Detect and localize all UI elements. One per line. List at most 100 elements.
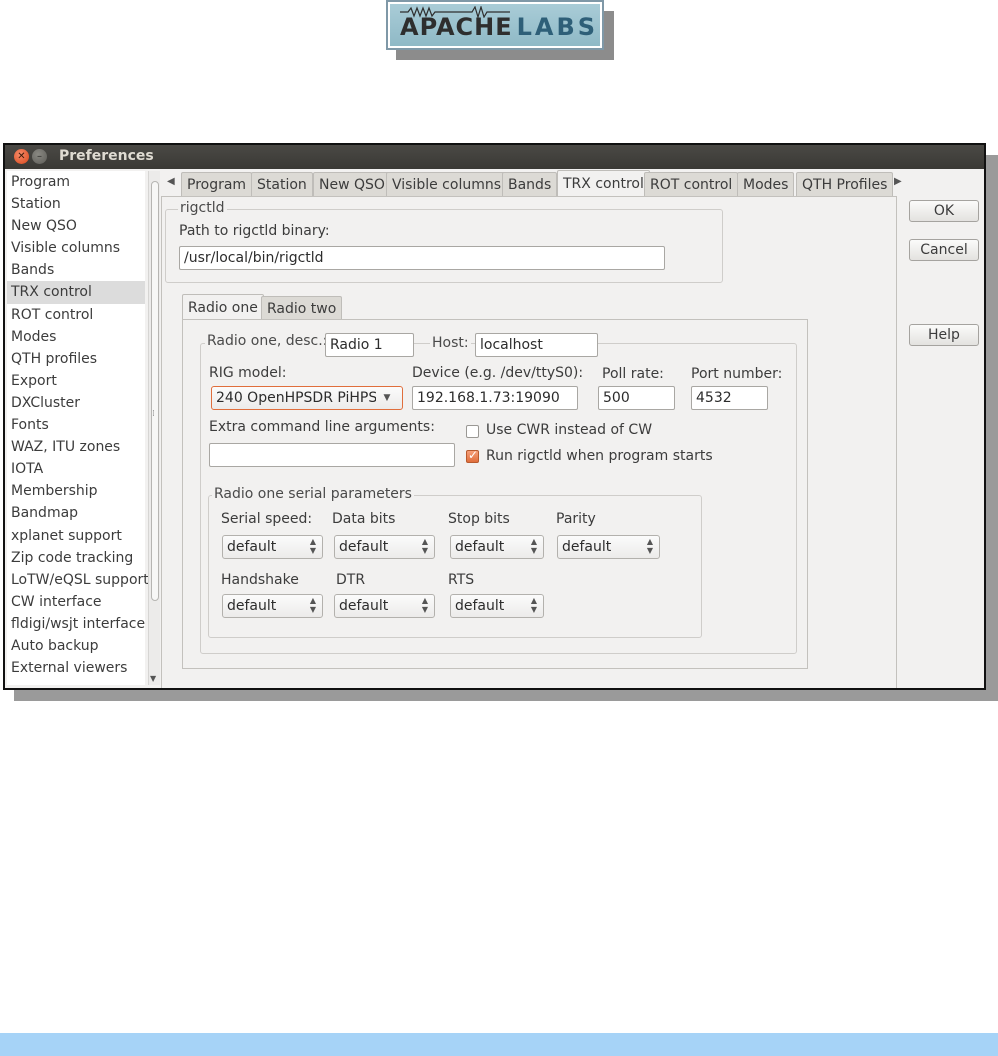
tab-visible-columns[interactable]: Visible columns xyxy=(386,172,508,197)
logo-text-labs: LABS xyxy=(516,13,599,41)
tab-program[interactable]: Program xyxy=(181,172,253,197)
parity-select[interactable]: default ▲ ▼ xyxy=(557,535,660,559)
sidebar-item-cw-interface[interactable]: CW interface xyxy=(7,591,145,613)
sidebar-item-bandmap[interactable]: Bandmap xyxy=(7,502,145,524)
tab-scroll-right-icon[interactable]: ▶ xyxy=(894,176,902,187)
use-cwr-checkbox[interactable] xyxy=(466,425,479,438)
stop-bits-label: Stop bits xyxy=(448,511,510,527)
extra-args-input[interactable] xyxy=(209,443,455,467)
logo-text-apache: APACHE xyxy=(400,13,513,41)
cancel-button[interactable]: Cancel xyxy=(909,239,979,261)
tab-modes[interactable]: Modes xyxy=(737,172,795,197)
tab-bands[interactable]: Bands xyxy=(502,172,558,197)
sidebar-item-iota[interactable]: IOTA xyxy=(7,458,145,480)
tab-radio-one[interactable]: Radio one xyxy=(182,294,264,320)
sidebar-item-lotw-eqsl-support[interactable]: LoTW/eQSL support xyxy=(7,569,149,591)
serial-speed-value: default xyxy=(227,539,277,555)
updown-icon: ▲ ▼ xyxy=(309,596,316,614)
updown-icon: ▲ ▼ xyxy=(309,537,316,555)
port-input[interactable]: 4532 xyxy=(691,386,768,410)
stop-bits-select[interactable]: default ▲ ▼ xyxy=(450,535,544,559)
window-title: Preferences xyxy=(59,148,154,164)
data-bits-label: Data bits xyxy=(332,511,396,527)
sidebar-item-auto-backup[interactable]: Auto backup xyxy=(7,635,145,657)
sidebar-list: Program Station New QSO Visible columns Band… xyxy=(7,171,149,679)
sidebar-item-qth-profiles[interactable]: QTH profiles xyxy=(7,348,145,370)
sidebar: Program Station New QSO Visible columns Band… xyxy=(7,171,149,685)
tab-scroll-left-icon[interactable]: ◀ xyxy=(167,176,175,187)
sidebar-item-visible-columns[interactable]: Visible columns xyxy=(7,237,145,259)
sidebar-item-station[interactable]: Station xyxy=(7,193,145,215)
device-label: Device (e.g. /dev/ttyS0): xyxy=(412,365,584,381)
sidebar-item-trx-control[interactable]: TRX control xyxy=(7,281,145,304)
updown-icon: ▲ ▼ xyxy=(421,596,428,614)
grip-icon: ⁞ xyxy=(152,409,155,419)
dtr-label: DTR xyxy=(336,572,366,588)
ok-button[interactable]: OK xyxy=(909,200,979,222)
sidebar-item-fldigi-wsjt-interface[interactable]: fldigi/wsjt interface xyxy=(7,613,145,635)
rigctld-legend: rigctld xyxy=(178,200,227,216)
sidebar-item-waz-itu-zones[interactable]: WAZ, ITU zones xyxy=(7,436,145,458)
tab-new-qso[interactable]: New QSO xyxy=(313,172,391,197)
serial-legend: Radio one serial parameters xyxy=(212,486,414,502)
sidebar-item-bands[interactable]: Bands xyxy=(7,259,145,281)
poll-rate-label: Poll rate: xyxy=(602,366,664,382)
rig-model-select[interactable]: 240 OpenHPSDR PiHPSD ▼ xyxy=(211,386,403,410)
path-label: Path to rigctld binary: xyxy=(179,223,330,239)
tab-trx-control[interactable]: TRX control xyxy=(557,170,650,197)
updown-icon: ▲ ▼ xyxy=(421,537,428,555)
port-label: Port number: xyxy=(691,366,783,382)
dtr-value: default xyxy=(339,598,389,614)
host-input[interactable]: localhost xyxy=(475,333,598,357)
data-bits-value: default xyxy=(339,539,389,555)
sidebar-item-membership[interactable]: Membership xyxy=(7,480,145,502)
chevron-down-icon: ▼ xyxy=(376,387,398,409)
scroll-down-arrow-icon[interactable]: ▼ xyxy=(150,674,156,683)
sidebar-item-fonts[interactable]: Fonts xyxy=(7,414,145,436)
tab-radio-two[interactable]: Radio two xyxy=(261,296,343,320)
poll-rate-input[interactable]: 500 xyxy=(598,386,675,410)
rts-value: default xyxy=(455,598,505,614)
sidebar-item-dxcluster[interactable]: DXCluster xyxy=(7,392,145,414)
updown-icon: ▲ ▼ xyxy=(530,596,537,614)
apache-labs-logo: APACHE LABS xyxy=(386,0,604,50)
close-icon[interactable]: ✕ xyxy=(14,149,29,164)
updown-icon: ▲ ▼ xyxy=(530,537,537,555)
preferences-window: ✕ – Preferences Program Station New QSO Vis… xyxy=(3,143,986,690)
parity-value: default xyxy=(562,539,612,555)
desc-input[interactable]: Radio 1 xyxy=(325,333,414,357)
handshake-select[interactable]: default ▲ ▼ xyxy=(222,594,323,618)
help-button[interactable]: Help xyxy=(909,324,979,346)
updown-icon: ▲ ▼ xyxy=(646,537,653,555)
sidebar-item-export[interactable]: Export xyxy=(7,370,145,392)
sidebar-item-zip-code-tracking[interactable]: Zip code tracking xyxy=(7,547,145,569)
scrollbar-thumb[interactable] xyxy=(151,181,159,601)
rts-select[interactable]: default ▲ ▼ xyxy=(450,594,544,618)
tab-station[interactable]: Station xyxy=(251,172,313,197)
sidebar-item-external-viewers[interactable]: External viewers xyxy=(7,657,145,679)
rig-model-value: 240 OpenHPSDR PiHPSD xyxy=(216,390,389,406)
tab-qth-profiles[interactable]: QTH Profiles xyxy=(796,172,894,197)
run-rigctld-checkbox[interactable] xyxy=(466,448,479,463)
sidebar-item-rot-control[interactable]: ROT control xyxy=(7,304,145,326)
path-input[interactable]: /usr/local/bin/rigctld xyxy=(179,246,665,270)
sidebar-item-modes[interactable]: Modes xyxy=(7,326,145,348)
device-input[interactable]: 192.168.1.73:19090 xyxy=(412,386,578,410)
extra-args-label: Extra command line arguments: xyxy=(209,419,435,435)
sidebar-scrollbar[interactable]: ⁞ ▼ xyxy=(148,171,160,685)
sidebar-item-program[interactable]: Program xyxy=(7,171,145,193)
serial-speed-label: Serial speed: xyxy=(221,511,313,527)
handshake-value: default xyxy=(227,598,277,614)
dtr-select[interactable]: default ▲ ▼ xyxy=(334,594,435,618)
title-bar: ✕ – Preferences xyxy=(5,145,984,169)
data-bits-select[interactable]: default ▲ ▼ xyxy=(334,535,435,559)
minimize-icon[interactable]: – xyxy=(32,149,47,164)
footer-band xyxy=(0,1033,998,1056)
tab-rot-control[interactable]: ROT control xyxy=(644,172,739,197)
parity-label: Parity xyxy=(556,511,596,527)
sidebar-item-xplanet-support[interactable]: xplanet support xyxy=(7,525,145,547)
rig-model-label: RIG model: xyxy=(209,365,287,381)
serial-speed-select[interactable]: default ▲ ▼ xyxy=(222,535,323,559)
sidebar-item-new-qso[interactable]: New QSO xyxy=(7,215,145,237)
use-cwr-label: Use CWR instead of CW xyxy=(486,422,653,438)
